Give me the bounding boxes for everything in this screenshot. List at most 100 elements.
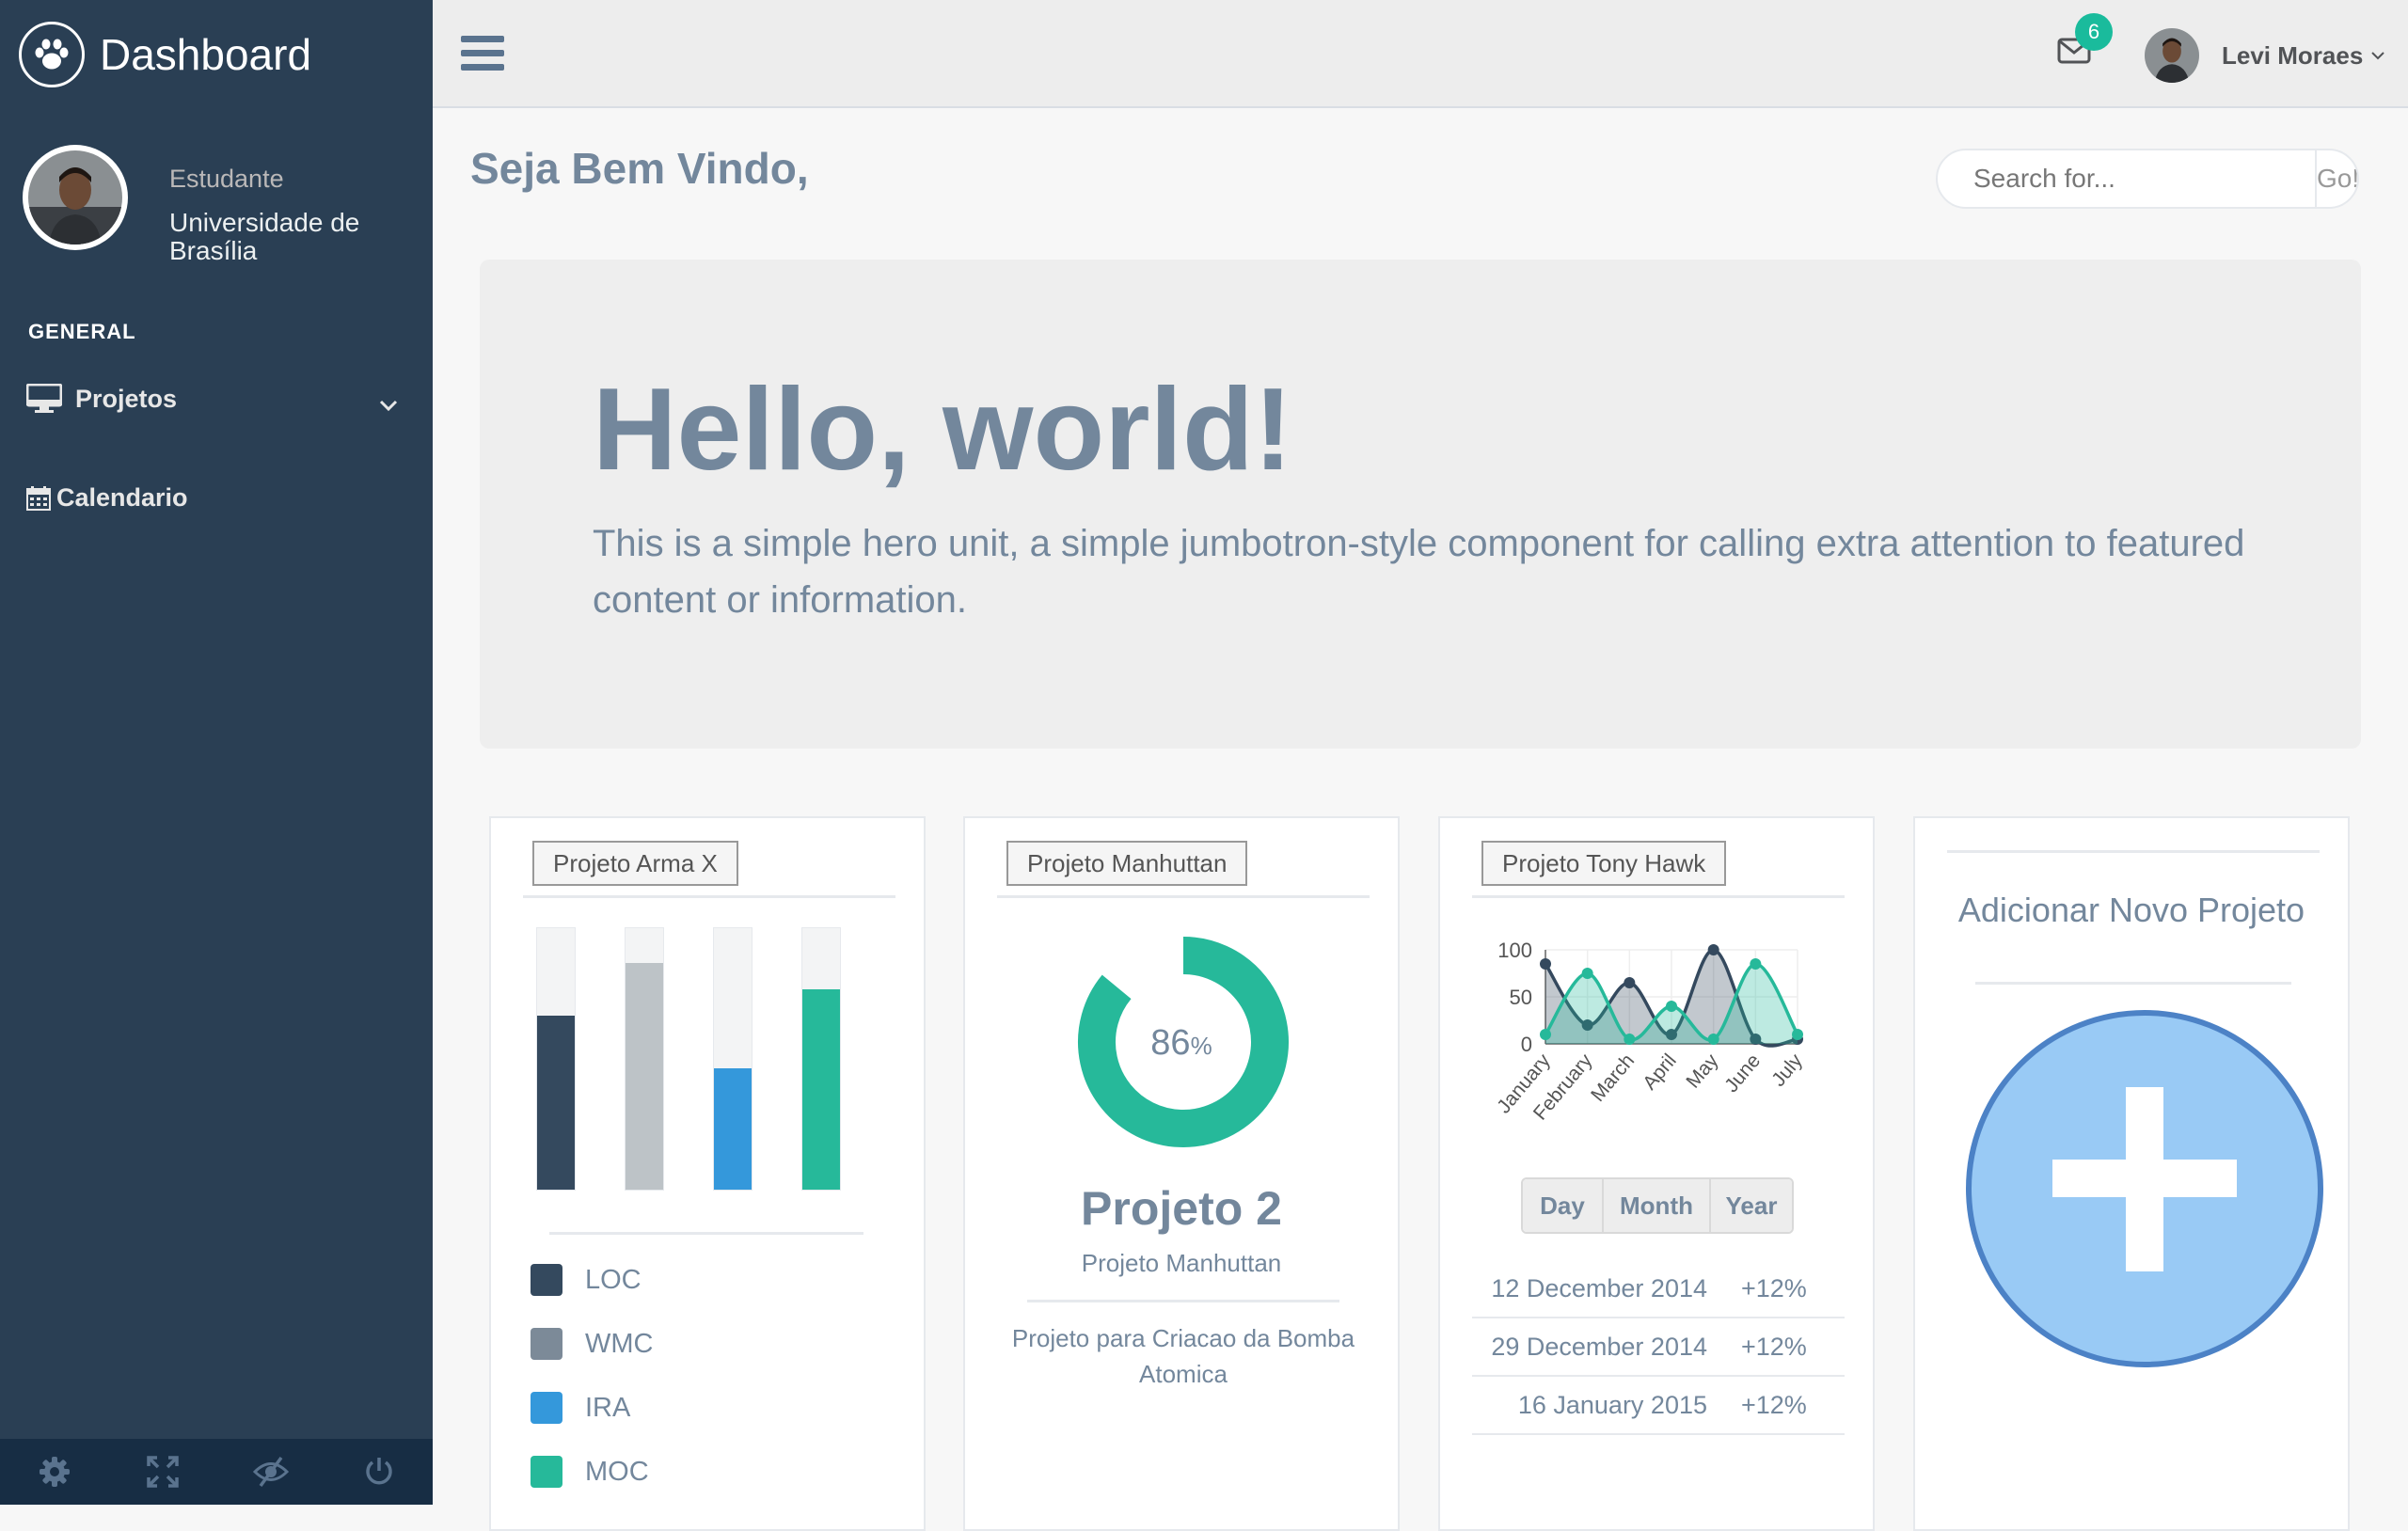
series-point <box>1792 1029 1803 1040</box>
table-row: 12 December 2014 +12% <box>1472 1260 1845 1318</box>
bar-track <box>713 927 752 1191</box>
sidebar-item-label: Projetos <box>75 384 178 413</box>
project-description: Projeto para Criacao da Bomba Atomica <box>1011 1324 1355 1388</box>
card-projeto-arma-x: Projeto Arma X LOC WMC IRA MOC <box>489 816 926 1531</box>
mail-badge: 6 <box>2075 13 2113 51</box>
series-point <box>1540 958 1551 970</box>
row-date: 16 January 2015 <box>1517 1390 1707 1419</box>
x-tick-label: June <box>1720 1050 1765 1097</box>
legend-item: MOC <box>531 1456 649 1488</box>
row-change: +12% <box>1741 1332 1807 1361</box>
power-icon[interactable] <box>325 1439 433 1505</box>
user-name: Levi Moraes <box>2222 40 2364 70</box>
profile-avatar <box>23 145 128 250</box>
divider <box>1472 895 1845 898</box>
add-project-button[interactable] <box>1966 1010 2323 1367</box>
y-tick-label: 0 <box>1521 1033 1532 1056</box>
divider <box>1027 1300 1339 1302</box>
divider <box>549 1232 863 1235</box>
card-tag: Projeto Arma X <box>532 841 738 886</box>
table-row: 16 January 2015 +12% <box>1472 1377 1845 1435</box>
jumbotron: Hello, world! This is a simple hero unit… <box>480 260 2361 749</box>
gear-icon[interactable] <box>0 1439 108 1505</box>
menu-toggle-icon[interactable] <box>461 36 504 71</box>
top-navbar: 6 Levi Moraes <box>433 0 2408 108</box>
series-point <box>1707 1034 1719 1045</box>
eye-slash-icon[interactable] <box>216 1439 325 1505</box>
brand[interactable]: Dashboard <box>19 21 311 88</box>
jumbotron-text: This is a simple hero unit, a simple jum… <box>593 523 2245 621</box>
sidebar-item-label: Calendario <box>56 483 188 512</box>
sidebar-footer <box>0 1439 433 1505</box>
range-month-button[interactable]: Month <box>1604 1179 1711 1232</box>
series-point <box>1581 968 1593 979</box>
row-change: +12% <box>1741 1390 1807 1419</box>
series-point <box>1707 944 1719 955</box>
divider <box>1947 850 2320 853</box>
profile-role: Estudante <box>169 165 284 193</box>
series-point <box>1666 1001 1677 1012</box>
bar-track <box>536 927 576 1191</box>
table-row: 29 December 2014 +12% <box>1472 1318 1845 1377</box>
x-tick-label: July <box>1767 1050 1807 1091</box>
profile-institution: Universidade de Brasília <box>169 208 360 265</box>
search-button[interactable]: Go! <box>2315 150 2357 207</box>
bar-track <box>625 927 664 1191</box>
brand-title: Dashboard <box>100 30 312 79</box>
row-date: 29 December 2014 <box>1491 1332 1707 1361</box>
row-change: +12% <box>1741 1273 1807 1302</box>
paw-icon <box>19 22 85 87</box>
page-title: Seja Bem Vindo, <box>470 144 809 193</box>
range-year-button[interactable]: Year <box>1711 1179 1792 1232</box>
fullscreen-icon[interactable] <box>108 1439 216 1505</box>
user-avatar <box>2145 28 2199 83</box>
divider <box>997 895 1370 898</box>
divider <box>523 895 895 898</box>
series-point <box>1750 958 1762 970</box>
legend-label: IRA <box>585 1392 631 1423</box>
x-tick-label: April <box>1639 1050 1681 1094</box>
donut-percent: 86% <box>1150 1023 1212 1063</box>
legend-label: MOC <box>585 1456 649 1487</box>
bar-wmc <box>626 963 663 1190</box>
sidebar: Dashboard Estudante Universidade de Bras… <box>0 0 433 1505</box>
jumbotron-title: Hello, world! <box>593 365 1292 495</box>
legend-item: IRA <box>531 1392 630 1424</box>
x-tick-label: March <box>1587 1050 1639 1105</box>
divider <box>1975 982 2291 985</box>
bar-moc <box>802 989 840 1190</box>
bar-loc <box>537 1016 575 1190</box>
series-point <box>1540 1029 1551 1040</box>
legend-label: WMC <box>585 1328 654 1359</box>
legend-item: LOC <box>531 1264 642 1296</box>
card-projeto-manhuttan: Projeto Manhuttan 86% Projeto 2 Projeto … <box>963 816 1400 1531</box>
chevron-down-icon <box>379 389 398 418</box>
bar-ira <box>714 1068 752 1190</box>
user-menu[interactable]: Levi Moraes <box>2145 28 2385 83</box>
range-day-button[interactable]: Day <box>1523 1179 1604 1232</box>
card-projeto-tony-hawk: Projeto Tony Hawk 100 50 0 January February M… <box>1438 816 1875 1531</box>
add-project-title: Adicionar Novo Projeto <box>1957 891 2305 929</box>
legend-item: WMC <box>531 1328 653 1360</box>
x-tick-label: May <box>1682 1050 1722 1093</box>
monitor-icon <box>26 384 62 414</box>
area-chart: 100500JanuaryFebruaryMarch April MayJune Ju… <box>1493 939 1807 1125</box>
calendar-icon <box>26 485 51 511</box>
range-button-group: Day Month Year <box>1521 1177 1794 1234</box>
row-date: 12 December 2014 <box>1491 1273 1707 1302</box>
y-tick-label: 100 <box>1497 939 1532 962</box>
sidebar-item-projetos[interactable]: Projetos <box>26 384 398 414</box>
card-tag: Projeto Manhuttan <box>1006 841 1248 886</box>
project-subtitle: Projeto Manhuttan <box>1081 1249 1282 1277</box>
card-adicionar-projeto: Adicionar Novo Projeto <box>1913 816 2350 1531</box>
search-box: Go! <box>1936 149 2359 209</box>
project-title: Projeto 2 <box>1081 1182 1282 1235</box>
sidebar-item-calendario[interactable]: Calendario <box>26 483 188 513</box>
card-tag: Projeto Tony Hawk <box>1481 841 1727 886</box>
chevron-down-icon <box>2370 50 2385 61</box>
series-point <box>1624 1034 1636 1045</box>
bar-chart <box>491 927 927 1191</box>
bar-track <box>801 927 841 1191</box>
search-input[interactable] <box>1938 150 2315 207</box>
legend-label: LOC <box>585 1264 642 1295</box>
